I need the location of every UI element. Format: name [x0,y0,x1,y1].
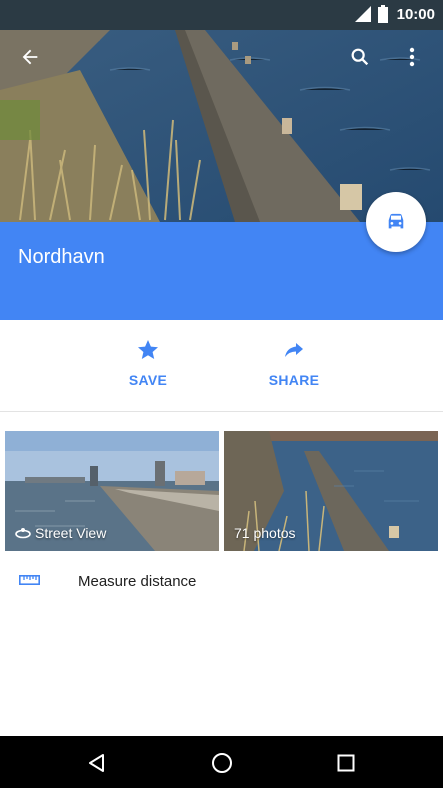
signal-icon [354,6,371,22]
star-icon [136,338,160,362]
actions-row: SAVE SHARE [0,320,443,412]
photos-tile[interactable]: 71 photos [224,431,438,551]
street-view-label: Street View [35,525,107,541]
nav-back-button[interactable] [82,748,112,778]
place-screen: 10:00 Nordhavn SAVE SHARE Street View 71… [0,0,443,788]
ruler-icon [19,575,40,585]
home-circle-icon [211,752,233,774]
place-name: Nordhavn [18,246,105,268]
photos-count-label: 71 photos [234,525,296,541]
back-button[interactable] [13,40,47,74]
save-button[interactable]: SAVE [103,338,193,398]
more-vert-icon [409,47,415,67]
status-bar: 10:00 [0,0,443,28]
save-label: SAVE [128,372,168,388]
directions-fab[interactable] [366,192,426,252]
hero-photo[interactable] [0,0,443,222]
battery-icon [377,5,388,23]
more-options-button[interactable] [395,40,429,74]
back-triangle-icon [87,753,107,773]
share-icon [282,338,306,362]
street-view-tile[interactable]: Street View [5,431,219,551]
nav-recents-button[interactable] [331,748,361,778]
recents-square-icon [337,754,355,772]
street-view-icon [15,527,31,539]
system-nav-bar [0,736,443,788]
search-button[interactable] [343,40,377,74]
measure-distance-label: Measure distance [78,573,197,590]
car-icon [385,212,407,232]
status-time: 10:00 [396,5,435,23]
arrow-back-icon [19,46,41,68]
search-icon [349,46,371,68]
measure-distance-row[interactable]: Measure distance [0,562,443,602]
photos-caption: 71 photos [234,525,296,541]
share-button[interactable]: SHARE [249,338,339,398]
nav-home-button[interactable] [207,748,237,778]
share-label: SHARE [268,372,320,388]
street-view-caption: Street View [15,525,106,541]
